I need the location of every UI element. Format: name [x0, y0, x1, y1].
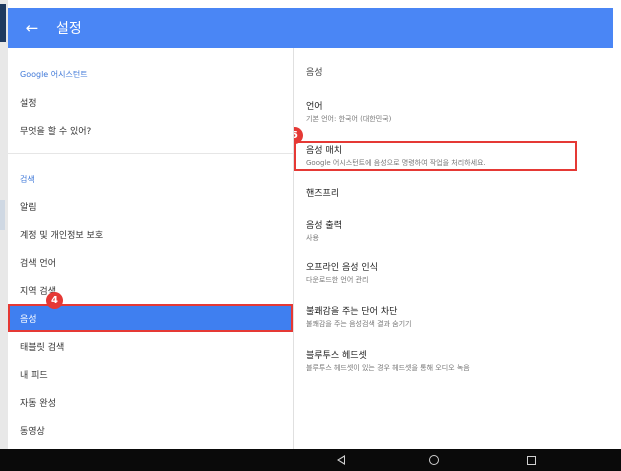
pref-bluetooth-headset[interactable]: 블루투스 헤드셋 블루투스 헤드셋이 있는 경우 헤드셋을 통해 오디오 녹음	[294, 350, 613, 373]
pref-title: 음성 매치	[306, 146, 342, 156]
pref-title: 핸즈프리	[306, 189, 340, 199]
pref-subtitle: Google 어시스턴트에 음성으로 명령하여 작업을 처리하세요.	[306, 159, 486, 167]
pref-title: 블루투스 헤드셋	[306, 351, 367, 361]
pref-voice-output[interactable]: 음성 출력 사용	[294, 220, 613, 243]
pane-header: 음성	[306, 68, 323, 78]
left-edge-strip	[0, 0, 8, 471]
circle-home-icon[interactable]	[419, 449, 449, 471]
left-item-account-privacy[interactable]: 계정 및 개인정보 보호	[8, 220, 293, 248]
pref-block-offensive[interactable]: 불쾌감을 주는 단어 차단 불쾌감을 주는 음성검색 결과 숨기기	[294, 306, 613, 329]
step-badge-4: 4	[46, 292, 63, 309]
left-item-videos[interactable]: 동영상	[8, 416, 293, 444]
arrow-left-icon[interactable]: ←	[12, 8, 52, 48]
left-item-what-can-you-do[interactable]: 무엇을 할 수 있어?	[8, 116, 293, 144]
pref-subtitle: 기본 언어: 한국어 (대한민국)	[306, 115, 392, 123]
section-header-assistant: Google 어시스턴트	[20, 70, 88, 79]
left-item-settings[interactable]: 설정	[8, 88, 293, 116]
app-bar: ← 설정	[8, 8, 613, 48]
pref-offline-speech[interactable]: 오프라인 음성 인식 다운로드한 언어 관리	[294, 262, 613, 285]
settings-category-list: Google 어시스턴트 설정 무엇을 할 수 있어? 검색 알림 계정 및 개…	[8, 48, 294, 449]
pref-title: 오프라인 음성 인식	[306, 263, 378, 273]
left-item-autocomplete[interactable]: 자동 완성	[8, 388, 293, 416]
pref-subtitle: 불쾌감을 주는 음성검색 결과 숨기기	[306, 320, 412, 328]
left-item-tablet-search[interactable]: 태블릿 검색	[8, 332, 293, 360]
pref-title: 언어	[306, 102, 323, 112]
pref-subtitle: 블루투스 헤드셋이 있는 경우 헤드셋을 통해 오디오 녹음	[306, 364, 470, 372]
edge-dark-block	[0, 4, 6, 42]
pref-title: 음성 출력	[306, 221, 342, 231]
triangle-back-icon[interactable]	[326, 449, 356, 471]
edge-light-block	[0, 200, 5, 230]
pref-subtitle: 사용	[306, 234, 319, 242]
left-item-notifications[interactable]: 알림	[8, 192, 293, 220]
section-header-search: 검색	[20, 175, 35, 184]
left-item-search-language[interactable]: 검색 언어	[8, 248, 293, 276]
pref-hands-free[interactable]: 핸즈프리	[294, 188, 613, 200]
pref-voice-match[interactable]: 음성 매치 Google 어시스턴트에 음성으로 명령하여 작업을 처리하세요.	[294, 141, 577, 171]
section-divider	[8, 153, 293, 154]
pref-subtitle: 다운로드한 언어 관리	[306, 276, 369, 284]
voice-settings-pane: 음성 언어 기본 언어: 한국어 (대한민국) 음성 매치 Google 어시스…	[294, 48, 613, 449]
pref-title: 불쾌감을 주는 단어 차단	[306, 307, 398, 317]
left-item-my-feed[interactable]: 내 피드	[8, 360, 293, 388]
system-nav-bar	[0, 449, 621, 471]
pref-language[interactable]: 언어 기본 언어: 한국어 (대한민국)	[294, 101, 613, 124]
page-title: 설정	[56, 21, 82, 37]
square-recents-icon[interactable]	[516, 449, 546, 471]
